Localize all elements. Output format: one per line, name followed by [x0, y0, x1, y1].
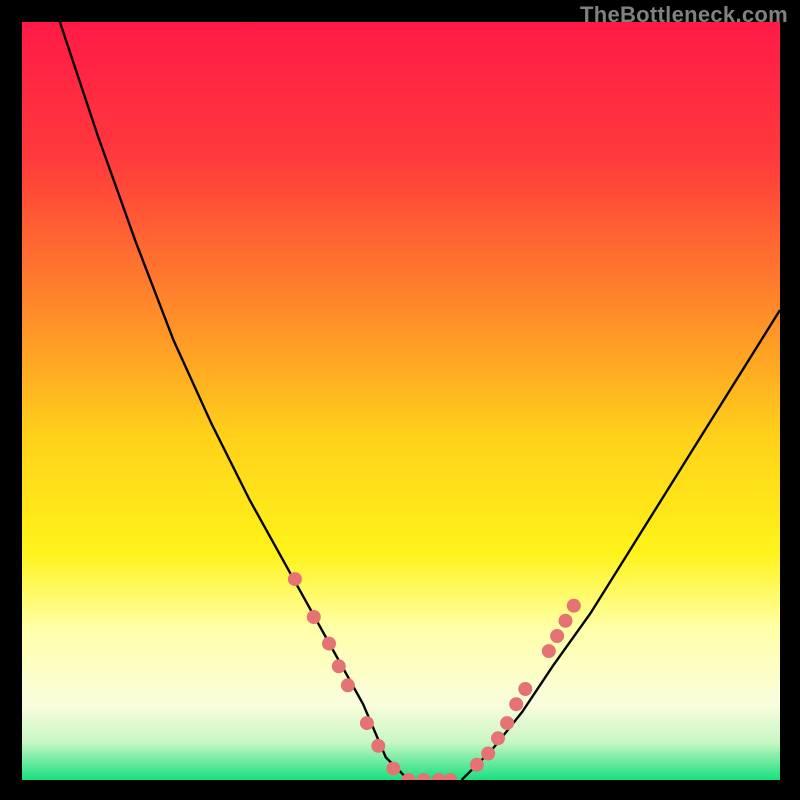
- data-marker: [518, 682, 532, 696]
- data-marker: [443, 773, 457, 780]
- curve-left-branch: [60, 22, 409, 780]
- data-marker: [417, 773, 431, 780]
- data-marker: [542, 644, 556, 658]
- data-marker: [481, 747, 495, 761]
- markers-right: [470, 599, 581, 772]
- data-marker: [371, 739, 385, 753]
- data-marker: [491, 731, 505, 745]
- data-marker: [567, 599, 581, 613]
- data-marker: [470, 758, 484, 772]
- data-marker: [341, 678, 355, 692]
- data-marker: [509, 697, 523, 711]
- watermark-text: TheBottleneck.com: [580, 2, 788, 28]
- curve-right-branch: [462, 310, 780, 780]
- data-marker: [288, 572, 302, 586]
- data-marker: [386, 762, 400, 776]
- plot-area: [22, 22, 780, 780]
- outer-frame: TheBottleneck.com: [0, 0, 800, 800]
- data-marker: [322, 637, 336, 651]
- data-marker: [360, 716, 374, 730]
- data-marker: [332, 659, 346, 673]
- data-marker: [500, 716, 514, 730]
- data-marker: [550, 629, 564, 643]
- data-marker: [559, 614, 573, 628]
- bottleneck-curve: [22, 22, 780, 780]
- markers-left: [288, 572, 457, 780]
- data-marker: [307, 610, 321, 624]
